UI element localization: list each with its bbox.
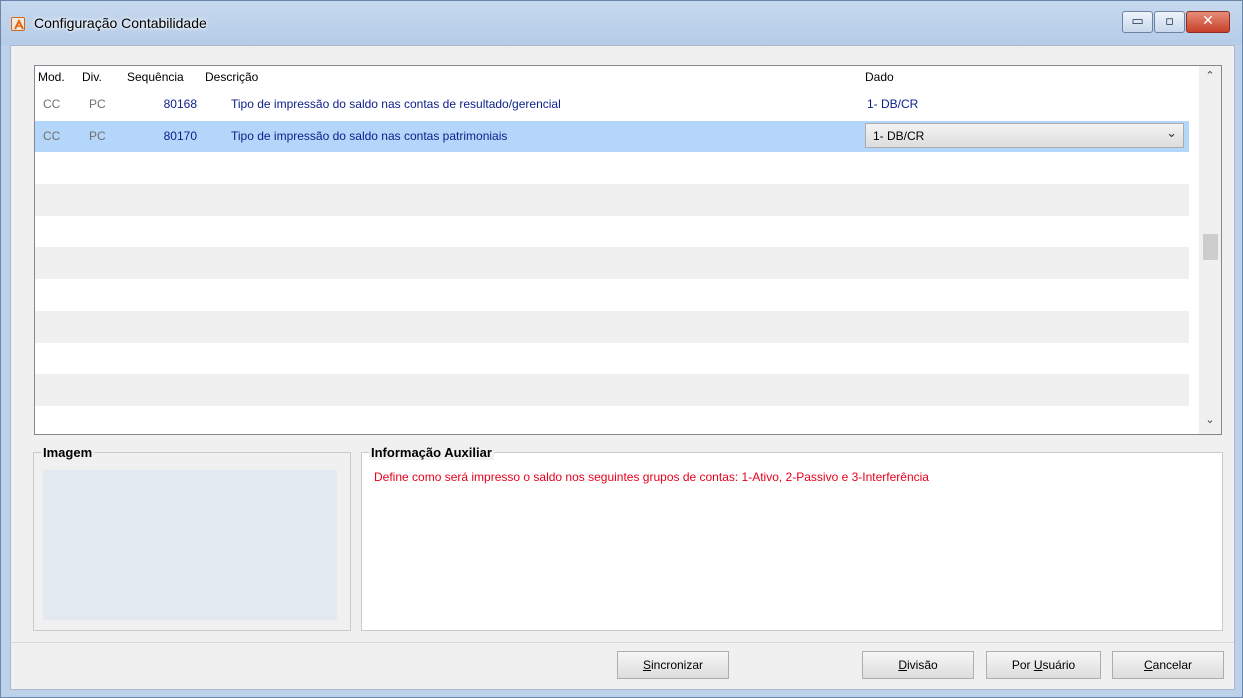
division-button-accel: D bbox=[898, 658, 907, 672]
app-logo-icon bbox=[11, 17, 25, 31]
sync-button[interactable]: Sincronizar bbox=[617, 651, 729, 679]
cancel-button-label: ancelar bbox=[1152, 658, 1193, 672]
empty-row bbox=[35, 406, 1189, 434]
image-group: Imagem bbox=[33, 445, 351, 631]
column-header-desc[interactable]: Descrição bbox=[205, 70, 258, 84]
cell-desc: Tipo de impressão do saldo nas contas de… bbox=[231, 97, 561, 111]
aux-info-group: Informação Auxiliar Define como será imp… bbox=[361, 445, 1223, 631]
chevron-down-icon[interactable]: ⌄ bbox=[1166, 126, 1177, 141]
empty-row bbox=[35, 184, 1189, 216]
window-title: Configuração Contabilidade bbox=[34, 15, 207, 31]
table-row-selected[interactable]: CC PC 80170 Tipo de impressão do saldo n… bbox=[35, 120, 1189, 153]
division-button-label: ivisão bbox=[906, 658, 938, 672]
table-row[interactable]: CC PC 80168 Tipo de impressão do saldo n… bbox=[35, 89, 1189, 121]
empty-row bbox=[35, 310, 1189, 343]
empty-row bbox=[35, 343, 1189, 375]
scroll-up-icon[interactable]: ⌃ bbox=[1199, 69, 1221, 87]
column-header-dado[interactable]: Dado bbox=[865, 70, 894, 84]
vertical-scrollbar[interactable]: ⌃ ⌄ bbox=[1199, 66, 1221, 434]
grid-rows: CC PC 80168 Tipo de impressão do saldo n… bbox=[35, 89, 1189, 434]
column-header-mod[interactable]: Mod. bbox=[38, 70, 65, 84]
cancel-button[interactable]: Cancelar bbox=[1112, 651, 1224, 679]
dado-dropdown-value: 1- DB/CR bbox=[873, 128, 925, 143]
dialog-client-area: Mod. Div. Sequência Descrição Dado CC PC… bbox=[10, 45, 1235, 690]
scrollbar-thumb[interactable] bbox=[1203, 234, 1218, 260]
column-header-div[interactable]: Div. bbox=[82, 70, 102, 84]
empty-row bbox=[35, 247, 1189, 280]
title-bar[interactable]: Configuração Contabilidade ▭ ▫ ✕ bbox=[1, 1, 1242, 45]
empty-row bbox=[35, 279, 1189, 311]
empty-row bbox=[35, 216, 1189, 248]
sync-button-accel: S bbox=[642, 658, 651, 672]
image-group-title: Imagem bbox=[41, 445, 95, 460]
close-button[interactable]: ✕ bbox=[1186, 11, 1230, 33]
sync-button-label: incronizar bbox=[650, 658, 704, 672]
settings-grid[interactable]: Mod. Div. Sequência Descrição Dado CC PC… bbox=[34, 65, 1222, 435]
aux-info-title: Informação Auxiliar bbox=[369, 445, 494, 460]
cell-div: PC bbox=[89, 97, 106, 111]
grid-header: Mod. Div. Sequência Descrição Dado bbox=[35, 66, 1189, 88]
column-header-seq[interactable]: Sequência bbox=[127, 70, 184, 84]
cell-mod: CC bbox=[43, 128, 61, 143]
window: Configuração Contabilidade ▭ ▫ ✕ Mod. Di… bbox=[0, 0, 1243, 698]
minimize-icon: ▭ bbox=[1131, 14, 1144, 29]
by-user-button[interactable]: Por Usuário bbox=[986, 651, 1101, 679]
by-user-button-accel: U bbox=[1033, 658, 1043, 672]
cell-seq: 80168 bbox=[163, 97, 197, 111]
cell-desc: Tipo de impressão do saldo nas contas pa… bbox=[231, 128, 508, 143]
separator bbox=[11, 642, 1234, 643]
aux-info-text: Define como será impresso o saldo nos se… bbox=[374, 470, 929, 484]
restore-button[interactable]: ▫ bbox=[1154, 11, 1185, 33]
cell-dado: 1- DB/CR bbox=[867, 97, 919, 111]
by-user-button-prefix: Por bbox=[1011, 658, 1034, 672]
caption-buttons: ▭ ▫ ✕ bbox=[1121, 11, 1230, 33]
empty-row bbox=[35, 374, 1189, 406]
dado-dropdown[interactable]: 1- DB/CR ⌄ bbox=[865, 122, 1184, 148]
empty-row bbox=[35, 152, 1189, 184]
image-preview bbox=[43, 470, 337, 620]
division-button[interactable]: Divisão bbox=[862, 651, 974, 679]
cell-seq: 80170 bbox=[163, 128, 197, 143]
cell-mod: CC bbox=[43, 97, 61, 111]
scroll-down-icon[interactable]: ⌄ bbox=[1199, 413, 1221, 431]
close-icon: ✕ bbox=[1202, 13, 1214, 29]
cell-div: PC bbox=[89, 128, 106, 143]
by-user-button-label: suário bbox=[1042, 658, 1076, 672]
restore-icon: ▫ bbox=[1165, 14, 1174, 29]
cancel-button-accel: C bbox=[1143, 658, 1153, 672]
minimize-button[interactable]: ▭ bbox=[1122, 11, 1153, 33]
